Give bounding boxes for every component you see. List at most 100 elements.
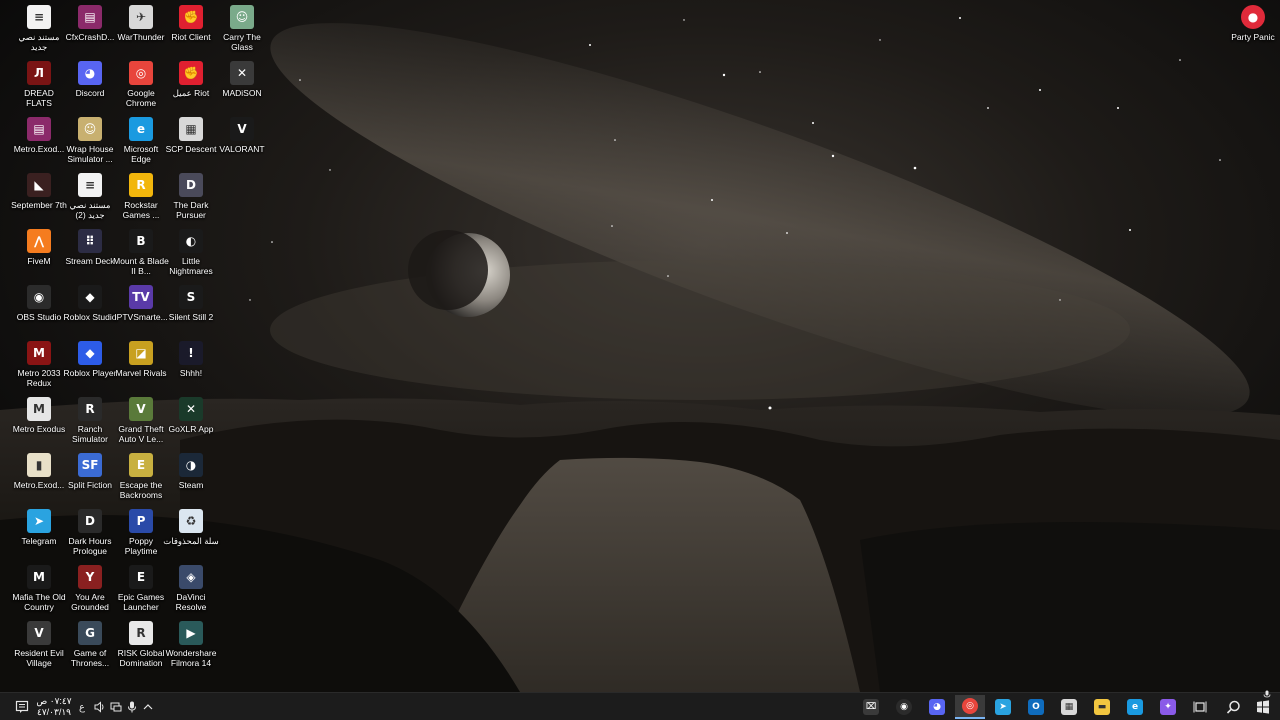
taskbar-clock[interactable]: ٠٧:٤٧ ص ٤٧/٠٣/١٩ bbox=[34, 696, 74, 718]
show-hidden-icons-button[interactable] bbox=[141, 696, 155, 718]
desktop-icon-epic-games[interactable]: E Epic Games Launcher bbox=[115, 562, 167, 612]
desktop-icon-grid: ≡ مستند نصي جديد Л DREAD FLATS ▤ Metro.Exod..… bbox=[11, 2, 573, 672]
desktop-icon-chrome[interactable]: ◎ Google Chrome bbox=[115, 58, 167, 108]
input-language-indicator[interactable]: ع bbox=[76, 696, 88, 718]
desktop-icon-mount-blade[interactable]: B Mount & Blade II B... bbox=[113, 226, 169, 276]
desktop-icon-carry-the-glass[interactable]: ☺ Carry The Glass bbox=[216, 2, 268, 52]
metro-2033-icon: M bbox=[27, 341, 51, 365]
desktop-icon-steam[interactable]: ◑ Steam bbox=[165, 450, 217, 490]
taskbar-app-telegram[interactable]: ➤ bbox=[988, 695, 1018, 719]
desktop-icon-game-of-thrones[interactable]: G Game of Thrones... bbox=[64, 618, 116, 668]
taskbar-app-outlook[interactable]: O bbox=[1021, 695, 1051, 719]
desktop-icon-davinci-resolve[interactable]: ◈ DaVinci Resolve bbox=[165, 562, 217, 612]
desktop-icon-split-fiction[interactable]: SF Split Fiction bbox=[64, 450, 116, 490]
desktop-icon-label: Rockstar Games ... bbox=[122, 200, 160, 220]
desktop-icon-shhh[interactable]: ! Shhh! bbox=[165, 338, 217, 378]
volume-button[interactable] bbox=[92, 696, 108, 718]
task-view-icon bbox=[1193, 701, 1207, 713]
iptv-icon: TV bbox=[129, 285, 153, 309]
desktop-icon-telegram[interactable]: ➤ Telegram bbox=[13, 506, 65, 546]
taskbar-app-copilot[interactable]: ✦ bbox=[1153, 695, 1183, 719]
desktop-icon-stream-deck[interactable]: ⠿ Stream Deck bbox=[64, 226, 116, 266]
desktop-icon-marvel-rivals[interactable]: ◪ Marvel Rivals bbox=[115, 338, 167, 378]
desktop-icon-obs-studio[interactable]: ◉ OBS Studio bbox=[13, 282, 65, 322]
desktop-icon-label: Poppy Playtime bbox=[124, 536, 158, 556]
desktop-icon-text-document[interactable]: ≡ مستند نصي جديد (2) bbox=[64, 170, 116, 220]
desktop-icon-label: IPTVSmarte... bbox=[114, 312, 168, 322]
desktop-icon-label: Split Fiction bbox=[68, 480, 112, 490]
steam-icon: ◑ bbox=[179, 453, 203, 477]
desktop-icon-gta-v[interactable]: V Grand Theft Auto V Le... bbox=[115, 394, 167, 444]
desktop-icon-dark-hours[interactable]: D Dark Hours Prologue bbox=[64, 506, 116, 556]
dread-flats-icon: Л bbox=[27, 61, 51, 85]
desktop-icon-silent-still[interactable]: S Silent Still 2 bbox=[165, 282, 217, 322]
desktop-icon-dread-flats[interactable]: Л DREAD FLATS bbox=[13, 58, 65, 108]
desktop-icon-fivem[interactable]: ⋀ FiveM bbox=[13, 226, 65, 266]
filmora-icon: ▶ bbox=[179, 621, 203, 645]
shhh-icon: ! bbox=[179, 341, 203, 365]
desktop-icon-dark-pursuer[interactable]: D The Dark Pursuer bbox=[165, 170, 217, 220]
desktop-icon-little-nightmares[interactable]: ◐ Little Nightmares bbox=[165, 226, 217, 276]
desktop-icon-label: FiveM bbox=[27, 256, 51, 266]
network-button[interactable] bbox=[108, 696, 124, 718]
taskbar-app-obs-studio[interactable]: ◉ bbox=[889, 695, 919, 719]
desktop-icon-filmora[interactable]: ▶ Wondershare Filmora 14 bbox=[165, 618, 217, 668]
taskbar-app-chrome[interactable]: ◎ bbox=[955, 695, 985, 719]
taskbar-app-xbox-gamebar[interactable]: ⌧ bbox=[856, 695, 886, 719]
taskbar-app-microsoft-store[interactable]: ▦ bbox=[1054, 695, 1084, 719]
desktop-icon-ranch-simulator[interactable]: R Ranch Simulator bbox=[64, 394, 116, 444]
desktop-icon-label: Mount & Blade II B... bbox=[113, 256, 169, 276]
riot-client-icon: ✊ bbox=[179, 61, 203, 85]
desktop-icon-resident-evil[interactable]: V Resident Evil Village bbox=[13, 618, 65, 668]
desktop-icon-winrar[interactable]: ▤ CfxCrashD... bbox=[64, 2, 116, 42]
discord-icon: ◕ bbox=[78, 61, 102, 85]
epic-games-icon: E bbox=[129, 565, 153, 589]
task-view-button[interactable] bbox=[1190, 696, 1210, 718]
microphone-button[interactable] bbox=[125, 696, 139, 718]
desktop-icon-label: Metro 2033 Redux bbox=[17, 368, 61, 388]
desktop-icon-roblox-studio[interactable]: ◆ Roblox Studio bbox=[64, 282, 116, 322]
desktop-icon-winrar[interactable]: ▤ Metro.Exod... bbox=[13, 114, 65, 154]
desktop-icon-document[interactable]: ▮ Metro.Exod... bbox=[13, 450, 65, 490]
desktop-icon-label: RISK Global Domination bbox=[117, 648, 165, 668]
dark-pursuer-icon: D bbox=[179, 173, 203, 197]
desktop-icon-september-7th[interactable]: ◣ September 7th bbox=[11, 170, 67, 210]
desktop-icon-risk[interactable]: R RISK Global Domination bbox=[115, 618, 167, 668]
desktop-icon-rockstar[interactable]: R Rockstar Games ... bbox=[115, 170, 167, 220]
desktop-icon-riot-client[interactable]: ✊ Riot Client bbox=[165, 2, 217, 42]
desktop-icon-label: Microsoft Edge bbox=[123, 144, 159, 164]
desktop-icon-roblox-player[interactable]: ◆ Roblox Player bbox=[64, 338, 116, 378]
desktop-icon-label: Riot Client bbox=[171, 32, 211, 42]
notification-center-button[interactable] bbox=[12, 696, 32, 718]
desktop-icon-mafia[interactable]: M Mafia The Old Country bbox=[12, 562, 66, 612]
desktop-icon-war-thunder[interactable]: ✈ WarThunder bbox=[115, 2, 167, 42]
desktop-icon-party-panic[interactable]: ● Party Panic bbox=[1227, 2, 1279, 42]
desktop-icon-label: Metro.Exod... bbox=[13, 144, 65, 154]
desktop-icon-goxlr[interactable]: ✕ GoXLR App bbox=[165, 394, 217, 434]
desktop-icon-scp-descent[interactable]: ▦ SCP Descent bbox=[165, 114, 217, 154]
desktop-icon-label: Google Chrome bbox=[125, 88, 157, 108]
desktop-icon-label: Metro Exodus bbox=[12, 424, 66, 434]
text-document-icon: ≡ bbox=[27, 5, 51, 29]
desktop-icon-escape-backrooms[interactable]: E Escape the Backrooms bbox=[115, 450, 167, 500]
taskbar-app-discord[interactable]: ◕ bbox=[922, 695, 952, 719]
desktop-icon-you-are-grounded[interactable]: Y You Are Grounded bbox=[64, 562, 116, 612]
desktop-icon-iptv[interactable]: TV IPTVSmarte... bbox=[114, 282, 168, 322]
desktop-icon-valorant[interactable]: V VALORANT bbox=[216, 114, 268, 154]
desktop-icon-riot-client[interactable]: ✊ عميل Riot bbox=[165, 58, 217, 98]
desktop-icon-madison[interactable]: ✕ MADiSON bbox=[216, 58, 268, 98]
desktop-icon-label: سلة المحذوفات bbox=[163, 536, 219, 546]
desktop-icon-metro-exodus[interactable]: M Metro Exodus bbox=[13, 394, 65, 434]
desktop-icon-edge[interactable]: e Microsoft Edge bbox=[115, 114, 167, 164]
desktop-icon-poppy-playtime[interactable]: P Poppy Playtime bbox=[115, 506, 167, 556]
desktop-icon-recycle-bin[interactable]: ♻ سلة المحذوفات bbox=[163, 506, 219, 546]
desktop-icon-metro-2033[interactable]: M Metro 2033 Redux bbox=[13, 338, 65, 388]
taskbar-app-edge[interactable]: e bbox=[1120, 695, 1150, 719]
desktop-icon-label: CfxCrashD... bbox=[65, 32, 115, 42]
desktop-icon-text-document[interactable]: ≡ مستند نصي جديد bbox=[13, 2, 65, 52]
search-button[interactable] bbox=[1222, 696, 1244, 718]
taskbar-app-file-explorer[interactable]: ▬ bbox=[1087, 695, 1117, 719]
desktop-icon-wrap-house[interactable]: ☺ Wrap House Simulator ... bbox=[64, 114, 116, 164]
desktop-icon-discord[interactable]: ◕ Discord bbox=[64, 58, 116, 98]
clock-time: ٠٧:٤٧ ص bbox=[36, 696, 72, 706]
